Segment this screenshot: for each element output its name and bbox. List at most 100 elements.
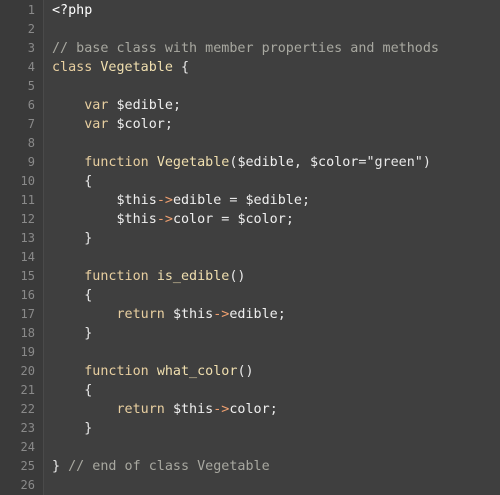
code-token-keyword: class bbox=[52, 60, 101, 75]
line-number: 16 bbox=[20, 288, 35, 302]
code-token-string: "green" bbox=[366, 155, 423, 170]
code-line[interactable]: return $this->edible; bbox=[52, 305, 500, 324]
code-token-punct: ; bbox=[269, 402, 278, 417]
code-token-punct: { bbox=[52, 174, 93, 189]
line-number: 22 bbox=[20, 402, 35, 416]
code-token-punct: ; bbox=[285, 212, 294, 227]
code-token-class: Vegetable bbox=[100, 60, 173, 75]
code-line[interactable]: } bbox=[52, 324, 500, 343]
line-number: 25 bbox=[20, 459, 35, 473]
code-token-punct: ; bbox=[301, 193, 310, 208]
code-token-keyword: function bbox=[84, 269, 149, 284]
line-number: 4 bbox=[27, 60, 35, 74]
line-number: 10 bbox=[20, 174, 35, 188]
code-line[interactable]: } bbox=[52, 229, 500, 248]
code-token-punct: { bbox=[52, 383, 93, 398]
code-line[interactable]: <?php bbox=[52, 1, 500, 20]
code-token-punct: { bbox=[52, 288, 93, 303]
code-line[interactable]: $this->color = $color; bbox=[52, 210, 500, 229]
code-line[interactable]: $this->edible = $edible; bbox=[52, 191, 500, 210]
line-number: 8 bbox=[27, 136, 35, 150]
code-token-var: edible bbox=[229, 307, 278, 322]
code-line[interactable]: function Vegetable($edible, $color="gree… bbox=[52, 153, 500, 172]
code-line[interactable] bbox=[52, 134, 500, 153]
code-token-keyword: var bbox=[84, 117, 109, 132]
code-line[interactable]: } // end of class Vegetable bbox=[52, 457, 500, 476]
code-token-punct: ; bbox=[172, 98, 181, 113]
code-token-var: edible bbox=[172, 193, 222, 208]
line-number: 9 bbox=[27, 155, 35, 169]
code-token-var: $edible bbox=[245, 193, 302, 208]
code-token-punct: () bbox=[237, 364, 254, 379]
code-token-keyword: var bbox=[84, 98, 109, 113]
code-token-punct: ; bbox=[277, 307, 286, 322]
code-line[interactable] bbox=[52, 343, 500, 362]
line-number: 23 bbox=[20, 421, 35, 435]
code-token-var: color bbox=[172, 212, 214, 227]
code-line[interactable]: } bbox=[52, 419, 500, 438]
code-line[interactable]: { bbox=[52, 172, 500, 191]
line-number: 3 bbox=[27, 41, 35, 55]
code-line[interactable]: var $edible; bbox=[52, 96, 500, 115]
line-number: 13 bbox=[20, 231, 35, 245]
code-token-op: -> bbox=[213, 402, 230, 417]
code-token-punct: } bbox=[52, 459, 69, 474]
code-token-var: $edible bbox=[237, 155, 294, 170]
code-line[interactable]: { bbox=[52, 286, 500, 305]
code-token-func: what_color bbox=[156, 364, 238, 379]
line-number: 21 bbox=[20, 383, 35, 397]
code-token-punct: = bbox=[213, 212, 238, 227]
line-number: 20 bbox=[20, 364, 35, 378]
code-token-func: Vegetable bbox=[156, 155, 230, 170]
code-token-punct: } bbox=[52, 231, 93, 246]
code-token-var: $this bbox=[172, 402, 214, 417]
line-number: 26 bbox=[20, 478, 35, 492]
line-number: 18 bbox=[20, 326, 35, 340]
line-number: 2 bbox=[27, 22, 35, 36]
code-line[interactable]: function is_edible() bbox=[52, 267, 500, 286]
line-number-gutter: 1 2 3 4 5 6 7 8 9 10 11 12 13 14 15 16 17 18 19 20 21 22 23 24 2… bbox=[0, 0, 44, 495]
code-token-keyword: return bbox=[116, 307, 165, 322]
code-token-tag: <?php bbox=[52, 3, 93, 18]
code-line[interactable]: function what_color() bbox=[52, 362, 500, 381]
code-token-punct: () bbox=[229, 269, 246, 284]
code-line[interactable]: return $this->color; bbox=[52, 400, 500, 419]
line-number: 5 bbox=[27, 79, 35, 93]
code-line[interactable] bbox=[52, 476, 500, 495]
line-number: 12 bbox=[20, 212, 35, 226]
line-number: 11 bbox=[20, 193, 35, 207]
code-line[interactable] bbox=[52, 77, 500, 96]
code-line[interactable]: // base class with member properties and… bbox=[52, 39, 500, 58]
code-editor[interactable]: 1 2 3 4 5 6 7 8 9 10 11 12 13 14 15 16 17 18 19 20 21 22 23 24 2… bbox=[0, 0, 500, 495]
line-number: 6 bbox=[27, 98, 35, 112]
line-number: 17 bbox=[20, 307, 35, 321]
code-token-op: -> bbox=[156, 212, 173, 227]
code-token-comment: // end of class Vegetable bbox=[68, 459, 270, 474]
code-area[interactable]: <?php // base class with member properti… bbox=[44, 0, 500, 495]
code-line[interactable]: { bbox=[52, 381, 500, 400]
line-number: 15 bbox=[20, 269, 35, 283]
code-token-punct: } bbox=[52, 421, 93, 436]
code-token-punct: = bbox=[221, 193, 246, 208]
code-line[interactable]: var $color; bbox=[52, 115, 500, 134]
code-token-keyword: return bbox=[116, 402, 165, 417]
code-line[interactable] bbox=[52, 438, 500, 457]
code-line[interactable]: class Vegetable { bbox=[52, 58, 500, 77]
code-token-punct: ) bbox=[422, 155, 431, 170]
code-line[interactable] bbox=[52, 248, 500, 267]
code-line[interactable] bbox=[52, 20, 500, 39]
code-token-op: -> bbox=[213, 307, 230, 322]
line-number: 1 bbox=[27, 3, 35, 17]
code-token-var: $this bbox=[116, 193, 157, 208]
